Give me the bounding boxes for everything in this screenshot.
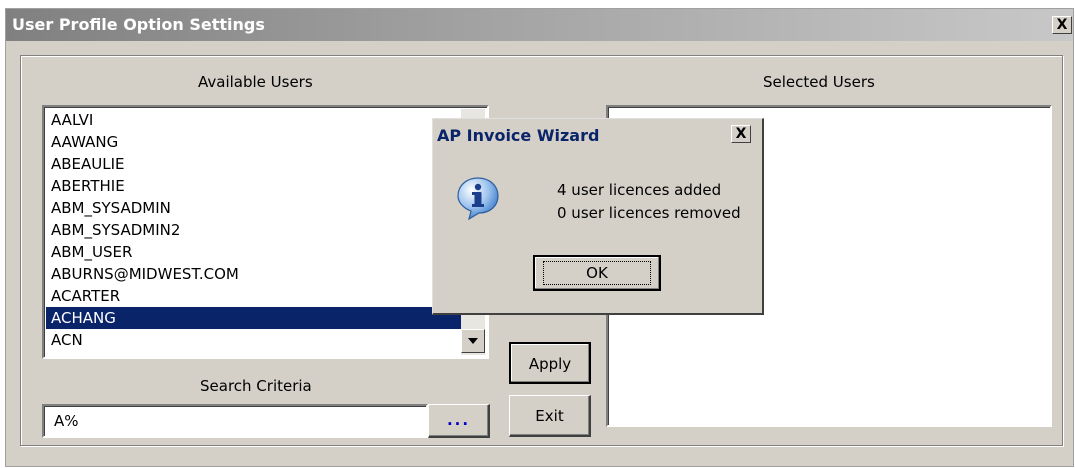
message-dialog: AP Invoice Wizard X 4 user licences adde… [432,118,764,315]
list-item[interactable]: AALVI [46,109,461,131]
message-line-added: 4 user licences added [557,181,722,199]
list-item[interactable]: ABURNS@MIDWEST.COM [46,263,461,285]
list-item[interactable]: ACN [46,329,461,351]
ok-button[interactable]: OK [533,255,661,291]
apply-button[interactable]: Apply [509,342,591,384]
dialog-title-bar[interactable]: AP Invoice Wizard X [434,120,761,150]
list-item[interactable]: ACARTER [46,285,461,307]
list-item[interactable]: ABEAULIE [46,153,461,175]
available-users-items: AALVI AAWANG ABEAULIE ABERTHIE ABM_SYSADMIN A… [46,109,461,355]
window-title: User Profile Option Settings [12,15,265,34]
browse-button[interactable]: ... [428,404,490,438]
message-line-removed: 0 user licences removed [557,204,741,222]
list-item[interactable]: ABM_SYSADMIN2 [46,219,461,241]
exit-button[interactable]: Exit [509,395,591,437]
title-bar[interactable]: User Profile Option Settings X [6,9,1073,41]
close-icon[interactable]: X [1052,16,1072,34]
selected-users-label: Selected Users [763,73,875,91]
list-item[interactable]: ACHANG [46,307,461,329]
list-item[interactable]: AAWANG [46,131,461,153]
info-icon [457,177,499,221]
list-item[interactable]: ABM_SYSADMIN [46,197,461,219]
scroll-down-button[interactable] [461,329,485,353]
dialog-close-icon[interactable]: X [731,125,751,143]
search-input[interactable] [42,404,428,438]
list-item[interactable]: ABERTHIE [46,175,461,197]
available-users-list[interactable]: AALVI AAWANG ABEAULIE ABERTHIE ABM_SYSADMIN A… [42,105,489,359]
search-criteria-label: Search Criteria [200,377,312,395]
available-users-label: Available Users [198,73,313,91]
dialog-title: AP Invoice Wizard [437,126,600,145]
list-item[interactable]: ABM_USER [46,241,461,263]
ok-button-label: OK [586,264,608,282]
chevron-down-icon [468,338,478,344]
